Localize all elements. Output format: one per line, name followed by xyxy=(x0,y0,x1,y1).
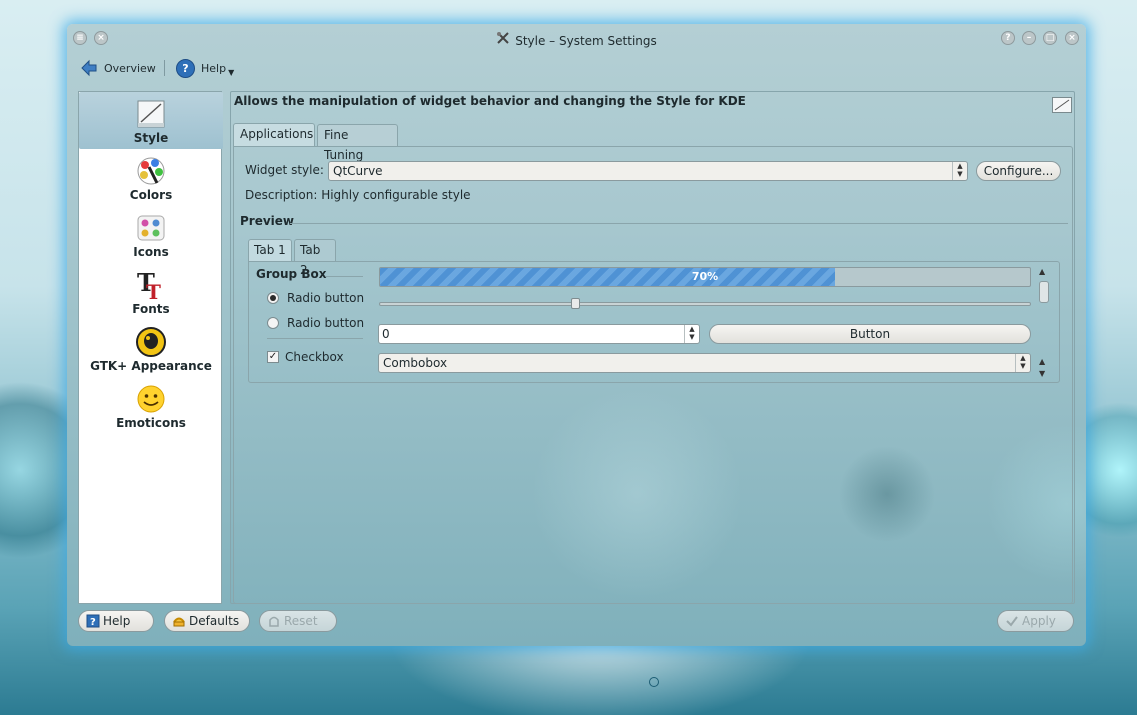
maximize-button[interactable]: □ xyxy=(1043,31,1057,45)
svg-text:T: T xyxy=(146,280,161,301)
help-button-label: Help xyxy=(103,614,131,628)
help-book-icon: ? xyxy=(86,614,100,628)
spin-arrows-icon: ▲ ▼ xyxy=(684,325,699,343)
sidebar-item-gtk-appearance[interactable]: GTK+ Appearance xyxy=(79,320,223,377)
scroll-up-icon[interactable]: ▲ xyxy=(1039,357,1045,366)
reset-button-label: Reset xyxy=(284,614,318,628)
emoticons-icon xyxy=(137,385,165,413)
defaults-button-label: Defaults xyxy=(189,614,240,628)
preview-combobox-value: Combobox xyxy=(383,356,448,370)
style-icon xyxy=(1052,97,1072,113)
preview-label: Preview xyxy=(240,214,295,228)
checkmark-icon xyxy=(1006,616,1018,627)
sidebar-item-colors[interactable]: Colors xyxy=(79,149,223,206)
slider-track xyxy=(379,302,1031,306)
preview-button[interactable]: Button xyxy=(709,324,1031,344)
checkbox[interactable]: ✓ xyxy=(267,351,279,363)
close-button[interactable]: × xyxy=(1065,31,1079,45)
group-separator xyxy=(267,338,363,339)
sidebar-item-label: Fonts xyxy=(132,302,170,316)
tab-applications[interactable]: Applications xyxy=(233,123,315,147)
help-menu-label: Help xyxy=(201,61,227,75)
system-settings-window: ≡ × Style – System Settings ? – □ × Over… xyxy=(67,24,1086,646)
preview-tab-1[interactable]: Tab 1 xyxy=(248,239,292,261)
radio-button-1[interactable] xyxy=(267,292,279,304)
preview-panel: Group Box Radio button Radio button ✓ Ch… xyxy=(248,261,1060,383)
defaults-button[interactable]: Defaults xyxy=(164,610,250,632)
group-box-line xyxy=(326,276,363,277)
sidebar-item-label: Colors xyxy=(129,188,173,202)
widget-style-value: QtCurve xyxy=(333,164,383,178)
apply-button[interactable]: Apply xyxy=(997,610,1074,632)
overview-label: Overview xyxy=(104,61,156,75)
style-description: Description: Highly configurable style xyxy=(245,188,471,202)
applications-panel: Widget style: QtCurve ▲ ▼ Configure... De… xyxy=(233,146,1073,604)
window-title: Style – System Settings xyxy=(67,31,1086,48)
configure-button[interactable]: Configure... xyxy=(976,161,1061,181)
apply-button-label: Apply xyxy=(1022,614,1056,628)
scroll-down-icon[interactable]: ▼ xyxy=(1039,369,1045,378)
reset-button[interactable]: Reset xyxy=(259,610,337,632)
sidebar-item-label: Emoticons xyxy=(116,416,186,430)
sidebar-item-style[interactable]: Style xyxy=(79,92,223,149)
sidebar-item-fonts[interactable]: T T Fonts xyxy=(79,263,223,320)
icons-icon xyxy=(137,215,165,241)
reset-icon xyxy=(269,616,279,627)
tab-fine-tuning[interactable]: Fine Tuning xyxy=(317,124,398,162)
checkbox-label: Checkbox xyxy=(285,350,344,364)
colors-icon xyxy=(137,157,165,185)
gtk-icon xyxy=(136,327,166,357)
group-box-label: Group Box xyxy=(256,267,327,281)
fonts-icon: T T xyxy=(137,269,161,301)
back-arrow-icon xyxy=(81,59,97,77)
widget-style-label: Widget style: xyxy=(245,163,324,177)
module-sidebar: Style Colors Icons T T Fonts GTK+ Appear… xyxy=(78,91,223,604)
defaults-icon xyxy=(173,617,185,627)
radio-button-2[interactable] xyxy=(267,317,279,329)
busy-cursor-icon xyxy=(649,677,659,687)
scrollbar-handle[interactable] xyxy=(1039,281,1049,303)
window-title-text: Style – System Settings xyxy=(515,34,657,48)
widget-style-combobox[interactable]: QtCurve ▲ ▼ xyxy=(328,161,968,181)
help-icon: ? xyxy=(176,58,195,78)
sidebar-item-icons[interactable]: Icons xyxy=(79,206,223,263)
toolbar-separator xyxy=(164,60,165,76)
spinbox-value: 0 xyxy=(382,327,390,341)
scroll-up-icon[interactable]: ▲ xyxy=(1039,267,1045,276)
settings-tools-icon xyxy=(496,31,510,48)
sidebar-item-label: GTK+ Appearance xyxy=(90,359,212,373)
combo-arrows-icon: ▲ ▼ xyxy=(1015,354,1030,372)
slider-handle[interactable] xyxy=(570,298,580,309)
combo-arrows-icon: ▲ ▼ xyxy=(952,162,967,180)
preview-divider xyxy=(290,223,1068,224)
radio-button-1-label: Radio button xyxy=(287,291,365,305)
progress-bar: 70% xyxy=(379,267,1031,287)
radio-button-2-label: Radio button xyxy=(287,316,365,330)
module-description-header: Allows the manipulation of widget behavi… xyxy=(234,94,746,108)
minimize-button[interactable]: – xyxy=(1022,31,1036,45)
overview-button[interactable]: Overview xyxy=(80,58,156,78)
preview-tab-2[interactable]: Tab 2 xyxy=(294,239,336,277)
help-menu-button[interactable]: ? Help ▼ xyxy=(176,58,234,78)
style-icon xyxy=(137,100,165,128)
module-content: Allows the manipulation of widget behavi… xyxy=(230,91,1075,604)
button-bar: ? Help Defaults Reset Apply xyxy=(67,610,1086,636)
sidebar-item-label: Icons xyxy=(133,245,169,259)
chevron-down-icon: ▼ xyxy=(228,67,235,77)
svg-text:?: ? xyxy=(90,617,96,628)
title-bar[interactable]: ≡ × Style – System Settings ? – □ × xyxy=(67,24,1086,52)
preview-combobox[interactable]: Combobox ▲ ▼ xyxy=(378,353,1031,373)
preview-area: Tab 1 Tab 2 Group Box Radio button Radio… xyxy=(248,239,1060,389)
sidebar-item-label: Style xyxy=(133,131,169,145)
spinbox[interactable]: 0 ▲ ▼ xyxy=(378,324,700,344)
help-title-button[interactable]: ? xyxy=(1001,31,1015,45)
sidebar-item-emoticons[interactable]: Emoticons xyxy=(79,377,223,434)
preview-scrollbar[interactable]: ▲ ▲ ▼ xyxy=(1037,267,1051,379)
help-button[interactable]: ? Help xyxy=(78,610,154,632)
progress-text: 70% xyxy=(691,270,719,283)
